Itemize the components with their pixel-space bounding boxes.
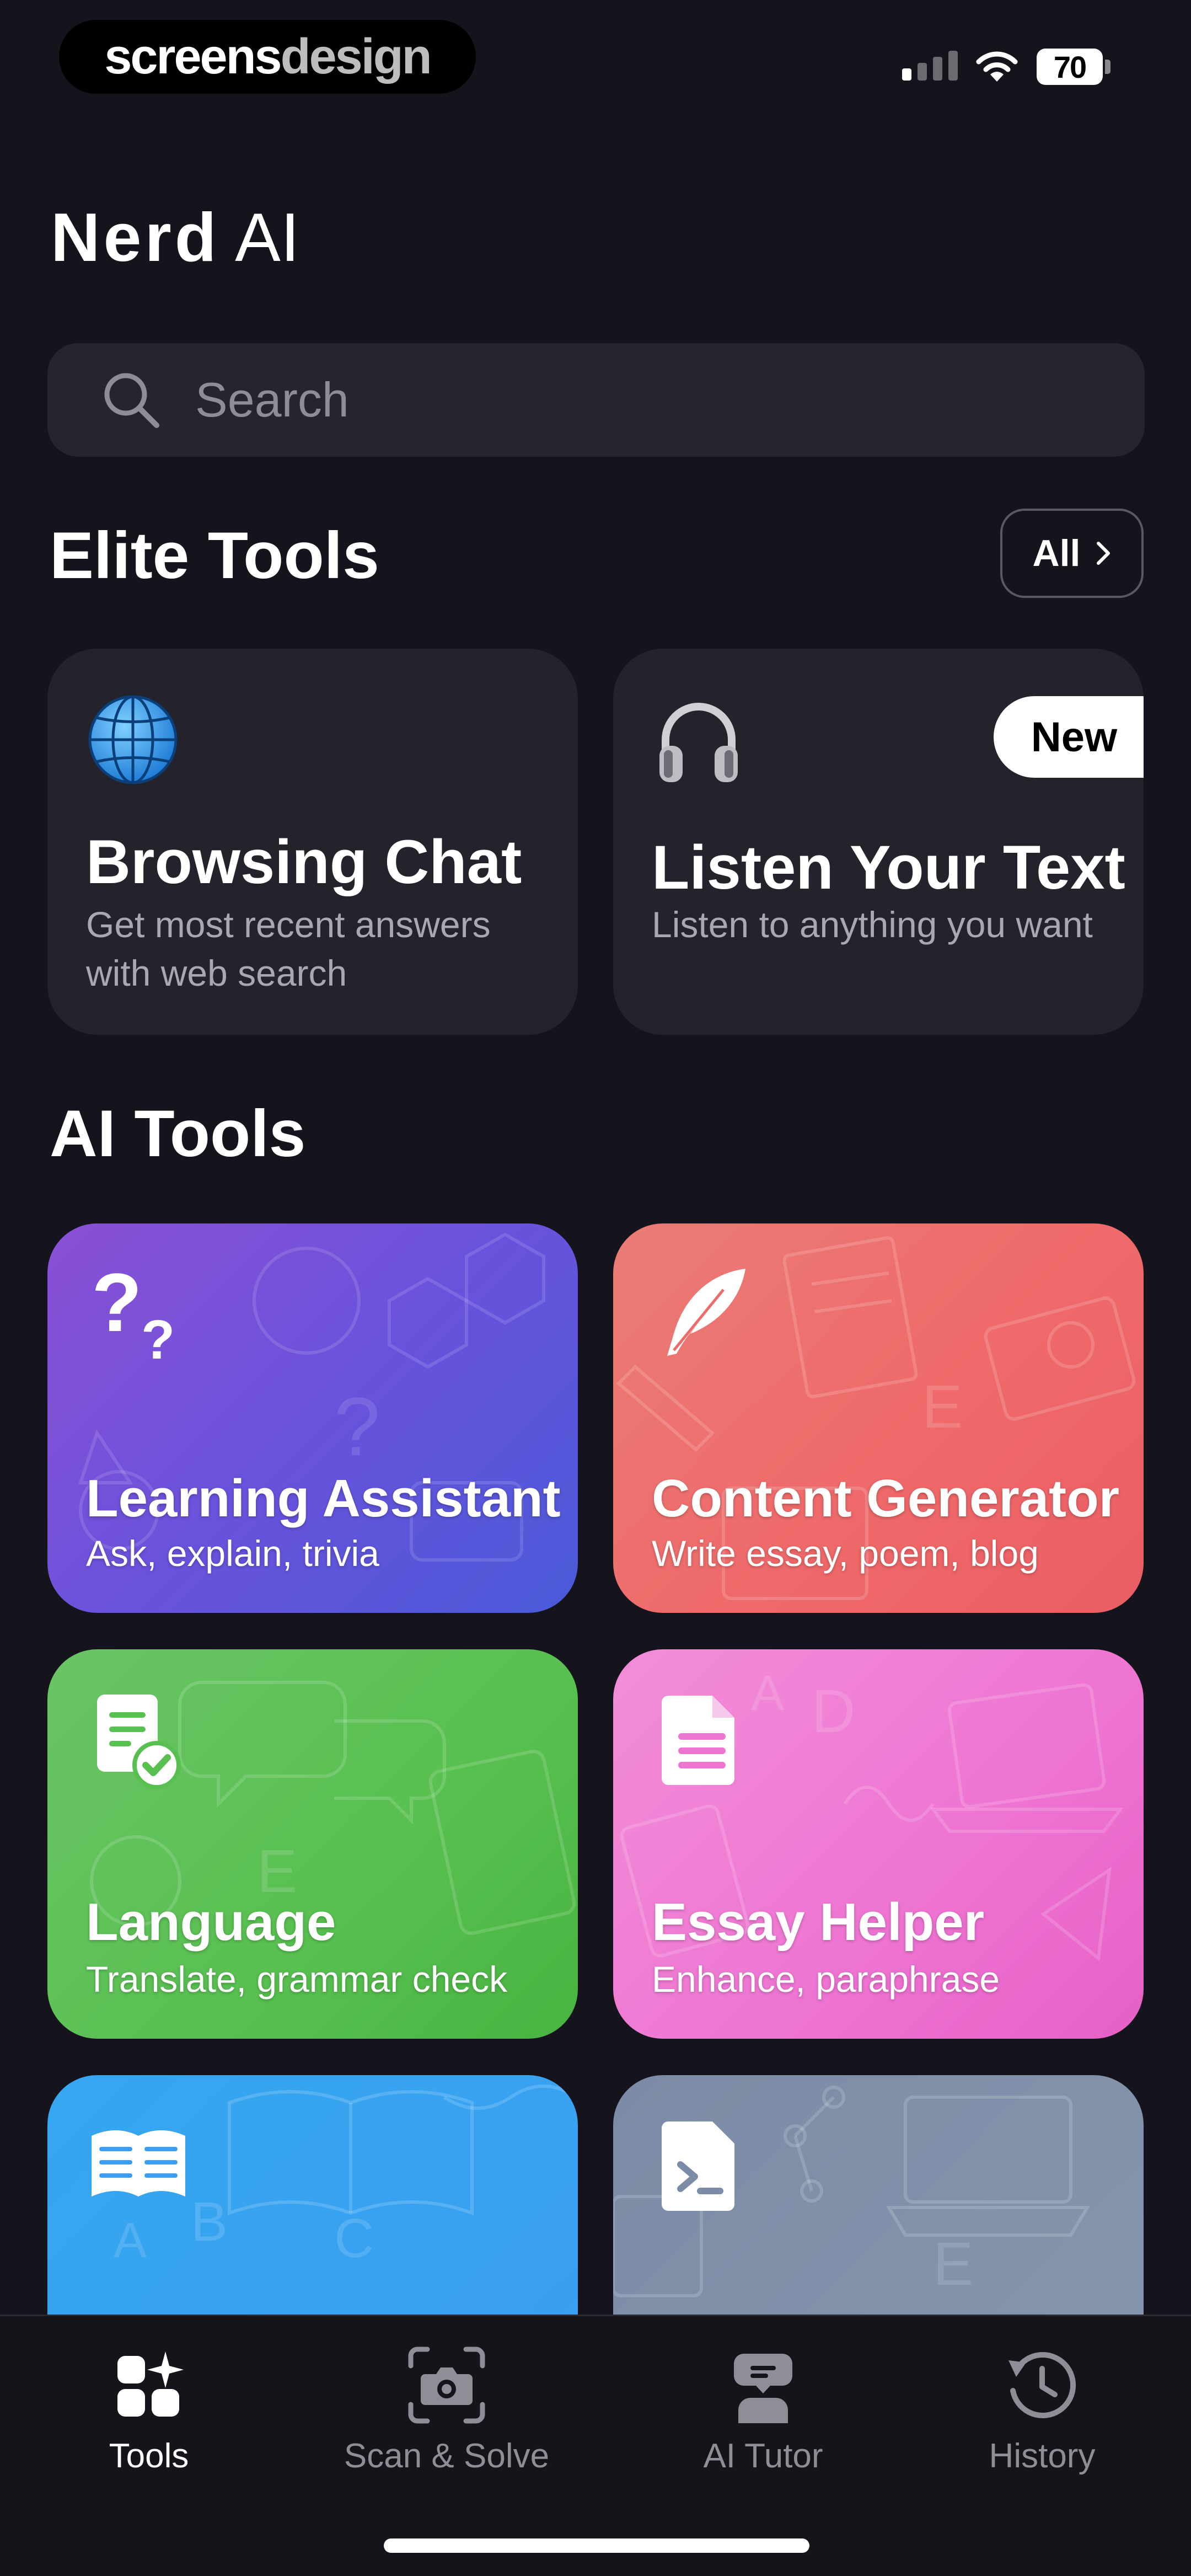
tool-title: Learning Assistant bbox=[86, 1469, 561, 1528]
status-bar: screens design 70 bbox=[0, 0, 1191, 110]
tutor-icon bbox=[734, 2354, 792, 2423]
elite-card-browsing-chat[interactable]: Browsing Chat Get most recent answers wi… bbox=[47, 649, 578, 1035]
tab-history[interactable]: History bbox=[926, 2344, 1158, 2504]
search-bar[interactable] bbox=[47, 343, 1145, 457]
tool-title: Language bbox=[86, 1893, 336, 1952]
svg-text:?: ? bbox=[141, 1309, 175, 1367]
watermark-part1: screens bbox=[104, 29, 282, 84]
tool-card-language[interactable]: E Language Translate, grammar check bbox=[47, 1649, 578, 2039]
svg-text:A: A bbox=[114, 2213, 147, 2268]
home-indicator[interactable] bbox=[384, 2538, 809, 2553]
search-icon bbox=[104, 373, 159, 428]
svg-text:?: ? bbox=[334, 1380, 380, 1473]
chevron-right-icon bbox=[1097, 542, 1110, 565]
tab-label: Scan & Solve bbox=[344, 2437, 550, 2475]
tool-title: Essay Helper bbox=[652, 1893, 985, 1952]
tab-bar: Tools Scan & Solve AI Tutor History bbox=[0, 2315, 1191, 2576]
tab-label: AI Tutor bbox=[703, 2437, 823, 2475]
watermark-part2: design bbox=[280, 29, 432, 84]
all-button-label: All bbox=[1032, 532, 1081, 574]
svg-text:B: B bbox=[191, 2191, 228, 2253]
svg-text:C: C bbox=[334, 2208, 374, 2269]
feather-icon bbox=[667, 1269, 745, 1356]
elite-tools-heading: Elite Tools bbox=[50, 519, 379, 592]
card-title: Listen Your Text bbox=[652, 833, 1125, 902]
search-input[interactable] bbox=[195, 372, 1077, 428]
ai-tools-heading: AI Tools bbox=[50, 1097, 306, 1171]
document-icon bbox=[662, 1696, 734, 1785]
tab-label: Tools bbox=[109, 2437, 189, 2475]
tab-scan-solve[interactable]: Scan & Solve bbox=[331, 2344, 562, 2504]
tool-card-content-generator[interactable]: E Content Generator Write essay, poem, b… bbox=[613, 1223, 1144, 1613]
svg-text:E: E bbox=[933, 2230, 973, 2298]
all-button[interactable]: All bbox=[1000, 509, 1144, 598]
app-title-bold: Nerd bbox=[51, 200, 220, 276]
card-title: Browsing Chat bbox=[86, 827, 522, 896]
new-badge: New bbox=[994, 696, 1144, 778]
camera-scan-icon bbox=[408, 2347, 485, 2424]
wifi-icon bbox=[976, 51, 1018, 82]
tool-subtitle: Write essay, poem, blog bbox=[652, 1533, 1039, 1574]
svg-text:?: ? bbox=[92, 1262, 142, 1349]
tool-card-learning-assistant[interactable]: ? ? ? Learning Assistant Ask, explain, t… bbox=[47, 1223, 578, 1613]
battery-level: 70 bbox=[1037, 49, 1103, 85]
open-book-icon bbox=[92, 2130, 185, 2196]
battery-icon: 70 bbox=[1037, 49, 1110, 85]
document-check-icon bbox=[97, 1695, 181, 1789]
tab-ai-tutor[interactable]: AI Tutor bbox=[647, 2344, 879, 2504]
app-title: Nerd AI bbox=[51, 199, 299, 277]
globe-icon bbox=[88, 695, 178, 784]
tools-grid-icon bbox=[117, 2351, 184, 2417]
terminal-file-icon bbox=[662, 2121, 734, 2211]
watermark-logo: screens design bbox=[59, 20, 476, 94]
app-title-light: AI bbox=[235, 200, 300, 276]
tab-label: History bbox=[989, 2437, 1096, 2475]
tool-subtitle: Ask, explain, trivia bbox=[86, 1533, 379, 1574]
tool-subtitle: Enhance, paraphrase bbox=[652, 1959, 1000, 2000]
svg-text:D: D bbox=[812, 1677, 855, 1745]
cellular-signal-icon bbox=[902, 50, 958, 81]
history-icon bbox=[1008, 2352, 1076, 2418]
tool-title: Content Generator bbox=[652, 1469, 1120, 1528]
card-subtitle: Get most recent answers with web search bbox=[86, 904, 491, 993]
card-subtitle: Listen to anything you want bbox=[652, 904, 1093, 945]
svg-text:E: E bbox=[922, 1373, 962, 1441]
headphones-icon bbox=[659, 703, 738, 782]
tool-card-essay-helper[interactable]: D A Essay Helper Enhance, paraphrase bbox=[613, 1649, 1144, 2039]
tab-tools[interactable]: Tools bbox=[33, 2344, 265, 2504]
elite-card-listen-your-text[interactable]: New Listen Your Text Listen to anything … bbox=[613, 649, 1144, 1035]
question-marks-icon: ? ? bbox=[92, 1262, 175, 1367]
tool-subtitle: Translate, grammar check bbox=[86, 1959, 508, 2000]
